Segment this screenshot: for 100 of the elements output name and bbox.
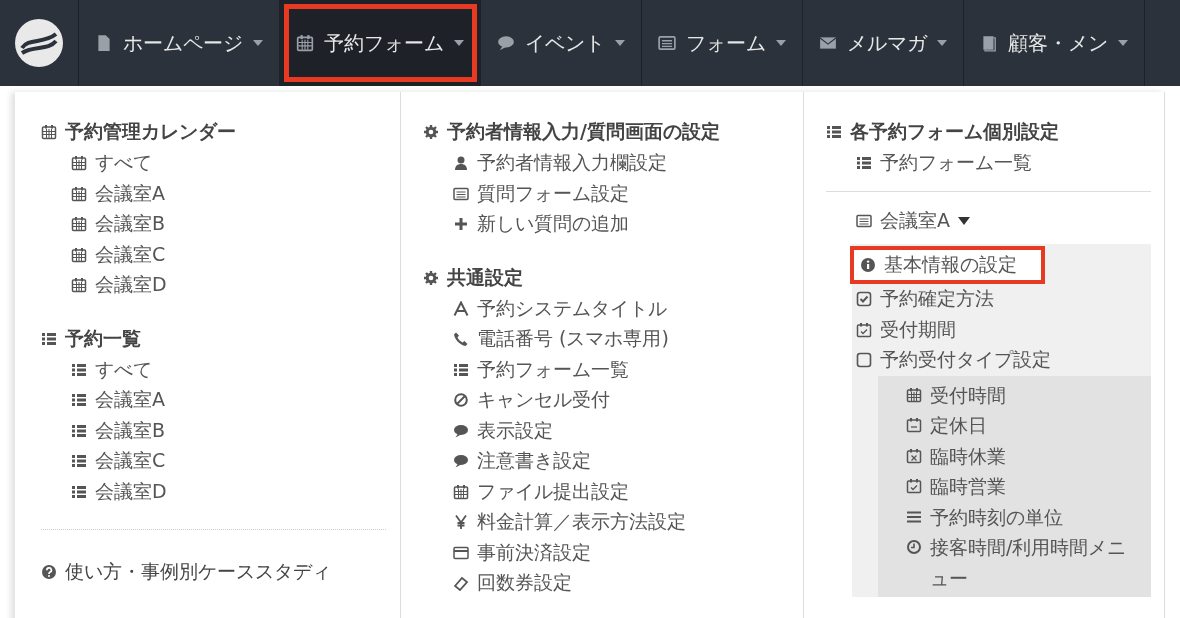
info-icon <box>860 256 876 273</box>
calendar-check-icon <box>906 478 922 494</box>
bars-icon <box>906 508 922 525</box>
help-icon <box>41 564 57 580</box>
ban-icon <box>453 392 469 409</box>
menu-item[interactable]: 回数券設定 <box>423 568 789 599</box>
section-heading: 各予約フォーム個別設定 <box>826 116 1151 148</box>
menu-item[interactable]: 予約時刻の単位 <box>878 501 1151 532</box>
list-icon <box>41 330 57 347</box>
letter-a-icon <box>453 300 469 317</box>
menu-item[interactable]: 会議室D <box>41 476 386 507</box>
menu-item[interactable]: 会議室A <box>41 178 386 209</box>
menu-item[interactable]: 受付時間 <box>878 379 1151 410</box>
envelope-icon <box>819 34 837 52</box>
list-icon <box>71 483 87 500</box>
calendar-icon <box>296 34 314 52</box>
menu-item[interactable]: 受付期間 <box>852 314 1151 345</box>
form-icon <box>856 212 872 229</box>
nav-tab[interactable]: イベント <box>481 0 642 86</box>
menu-item[interactable]: 予約フォーム一覧 <box>826 148 1151 179</box>
help-link[interactable]: 使い方・事例別ケーススタディ <box>41 556 386 588</box>
section-heading: 共通設定 <box>423 261 789 294</box>
file-icon <box>95 34 113 52</box>
menu-item[interactable]: 予約フォーム一覧 <box>423 354 789 385</box>
menu-item[interactable]: 事前決済設定 <box>423 537 789 568</box>
gear-icon <box>423 269 439 286</box>
menu-item[interactable]: キャンセル受付 <box>423 385 789 416</box>
menu-item[interactable]: 注意書き設定 <box>423 446 789 477</box>
menu-item[interactable]: 接客時間/利用時間メニュー <box>878 532 1151 593</box>
menu-item[interactable]: すべて <box>41 148 386 179</box>
menu-item[interactable]: 予約者情報入力欄設定 <box>423 148 789 179</box>
calendar-icon <box>71 155 87 172</box>
nav-tab[interactable]: メルマガ <box>803 0 964 86</box>
list-icon <box>71 453 87 470</box>
caret-icon <box>937 40 947 46</box>
menu-item[interactable]: 会議室B <box>41 209 386 240</box>
section-heading: 予約管理カレンダー <box>41 116 386 148</box>
menu-item[interactable]: 料金計算／表示方法設定 <box>423 507 789 538</box>
square-icon <box>856 352 872 369</box>
menu-item[interactable]: 予約受付タイプ設定 <box>852 345 1151 376</box>
section-heading: 予約者情報入力/質問画面の設定 <box>423 116 789 148</box>
caret-icon <box>454 40 464 46</box>
nav-tab[interactable]: 予約フォーム <box>280 0 481 86</box>
comment-icon <box>497 34 515 52</box>
menu-item[interactable]: ファイル提出設定 <box>423 476 789 507</box>
calendar-icon <box>41 124 57 140</box>
list-icon <box>453 361 469 378</box>
caret-icon <box>1118 40 1128 46</box>
menu-item[interactable]: 予約確定方法 <box>852 284 1151 315</box>
form-icon <box>658 34 676 52</box>
nav-tab[interactable]: 顧客・メン <box>964 0 1145 86</box>
caret-icon <box>253 40 263 46</box>
clock-icon <box>906 539 922 555</box>
form-dropdown-toggle[interactable]: 会議室A <box>826 205 1151 236</box>
caret-icon <box>615 40 625 46</box>
book-icon <box>980 34 998 52</box>
form-icon <box>453 185 469 202</box>
section-heading: 予約一覧 <box>41 322 386 355</box>
menu-item[interactable]: 会議室A <box>41 385 386 416</box>
calendar-icon <box>453 483 469 500</box>
list-icon <box>856 155 872 172</box>
nav-tab[interactable]: フォーム <box>642 0 803 86</box>
check-square-icon <box>856 291 872 308</box>
list-icon <box>71 361 87 378</box>
menu-item[interactable]: 会議室C <box>41 239 386 270</box>
calendar-minus-icon <box>906 417 922 433</box>
menu-item[interactable]: 質問フォーム設定 <box>423 178 789 209</box>
calendar-icon <box>71 277 87 294</box>
yen-icon <box>453 514 469 531</box>
menu-item[interactable]: 臨時営業 <box>878 471 1151 502</box>
calendar-x-icon <box>906 447 922 464</box>
menu-item[interactable]: 定休日 <box>878 410 1151 441</box>
menu-item[interactable]: 電話番号 (スマホ専用) <box>423 324 789 355</box>
logo-icon <box>14 18 64 68</box>
list-icon <box>71 422 87 439</box>
caret-icon <box>776 40 786 46</box>
menu-item[interactable]: すべて <box>41 354 386 385</box>
menu-item[interactable]: 会議室C <box>41 446 386 477</box>
credit-card-icon <box>453 544 469 561</box>
phone-icon <box>453 331 469 348</box>
comment-icon <box>453 453 469 470</box>
user-icon <box>453 155 469 172</box>
list-icon <box>826 124 842 140</box>
menu-item[interactable]: 会議室B <box>41 415 386 446</box>
comment-icon <box>453 422 469 439</box>
gear-icon <box>423 124 439 140</box>
menu-item[interactable]: 新しい質問の追加 <box>423 209 789 240</box>
caret-icon <box>958 216 970 225</box>
menu-item[interactable]: 臨時休業 <box>878 440 1151 471</box>
calendar-icon <box>71 216 87 233</box>
calendar-icon <box>71 185 87 202</box>
menu-item[interactable]: 予約システムタイトル <box>423 293 789 324</box>
plus-icon <box>453 216 469 233</box>
calendar-check-icon <box>856 321 872 338</box>
ticket-icon <box>453 575 469 592</box>
calendar-icon <box>906 386 922 403</box>
menu-item[interactable]: 会議室D <box>41 270 386 301</box>
list-icon <box>71 392 87 409</box>
calendar-icon <box>71 246 87 263</box>
menu-item[interactable]: 表示設定 <box>423 415 789 446</box>
